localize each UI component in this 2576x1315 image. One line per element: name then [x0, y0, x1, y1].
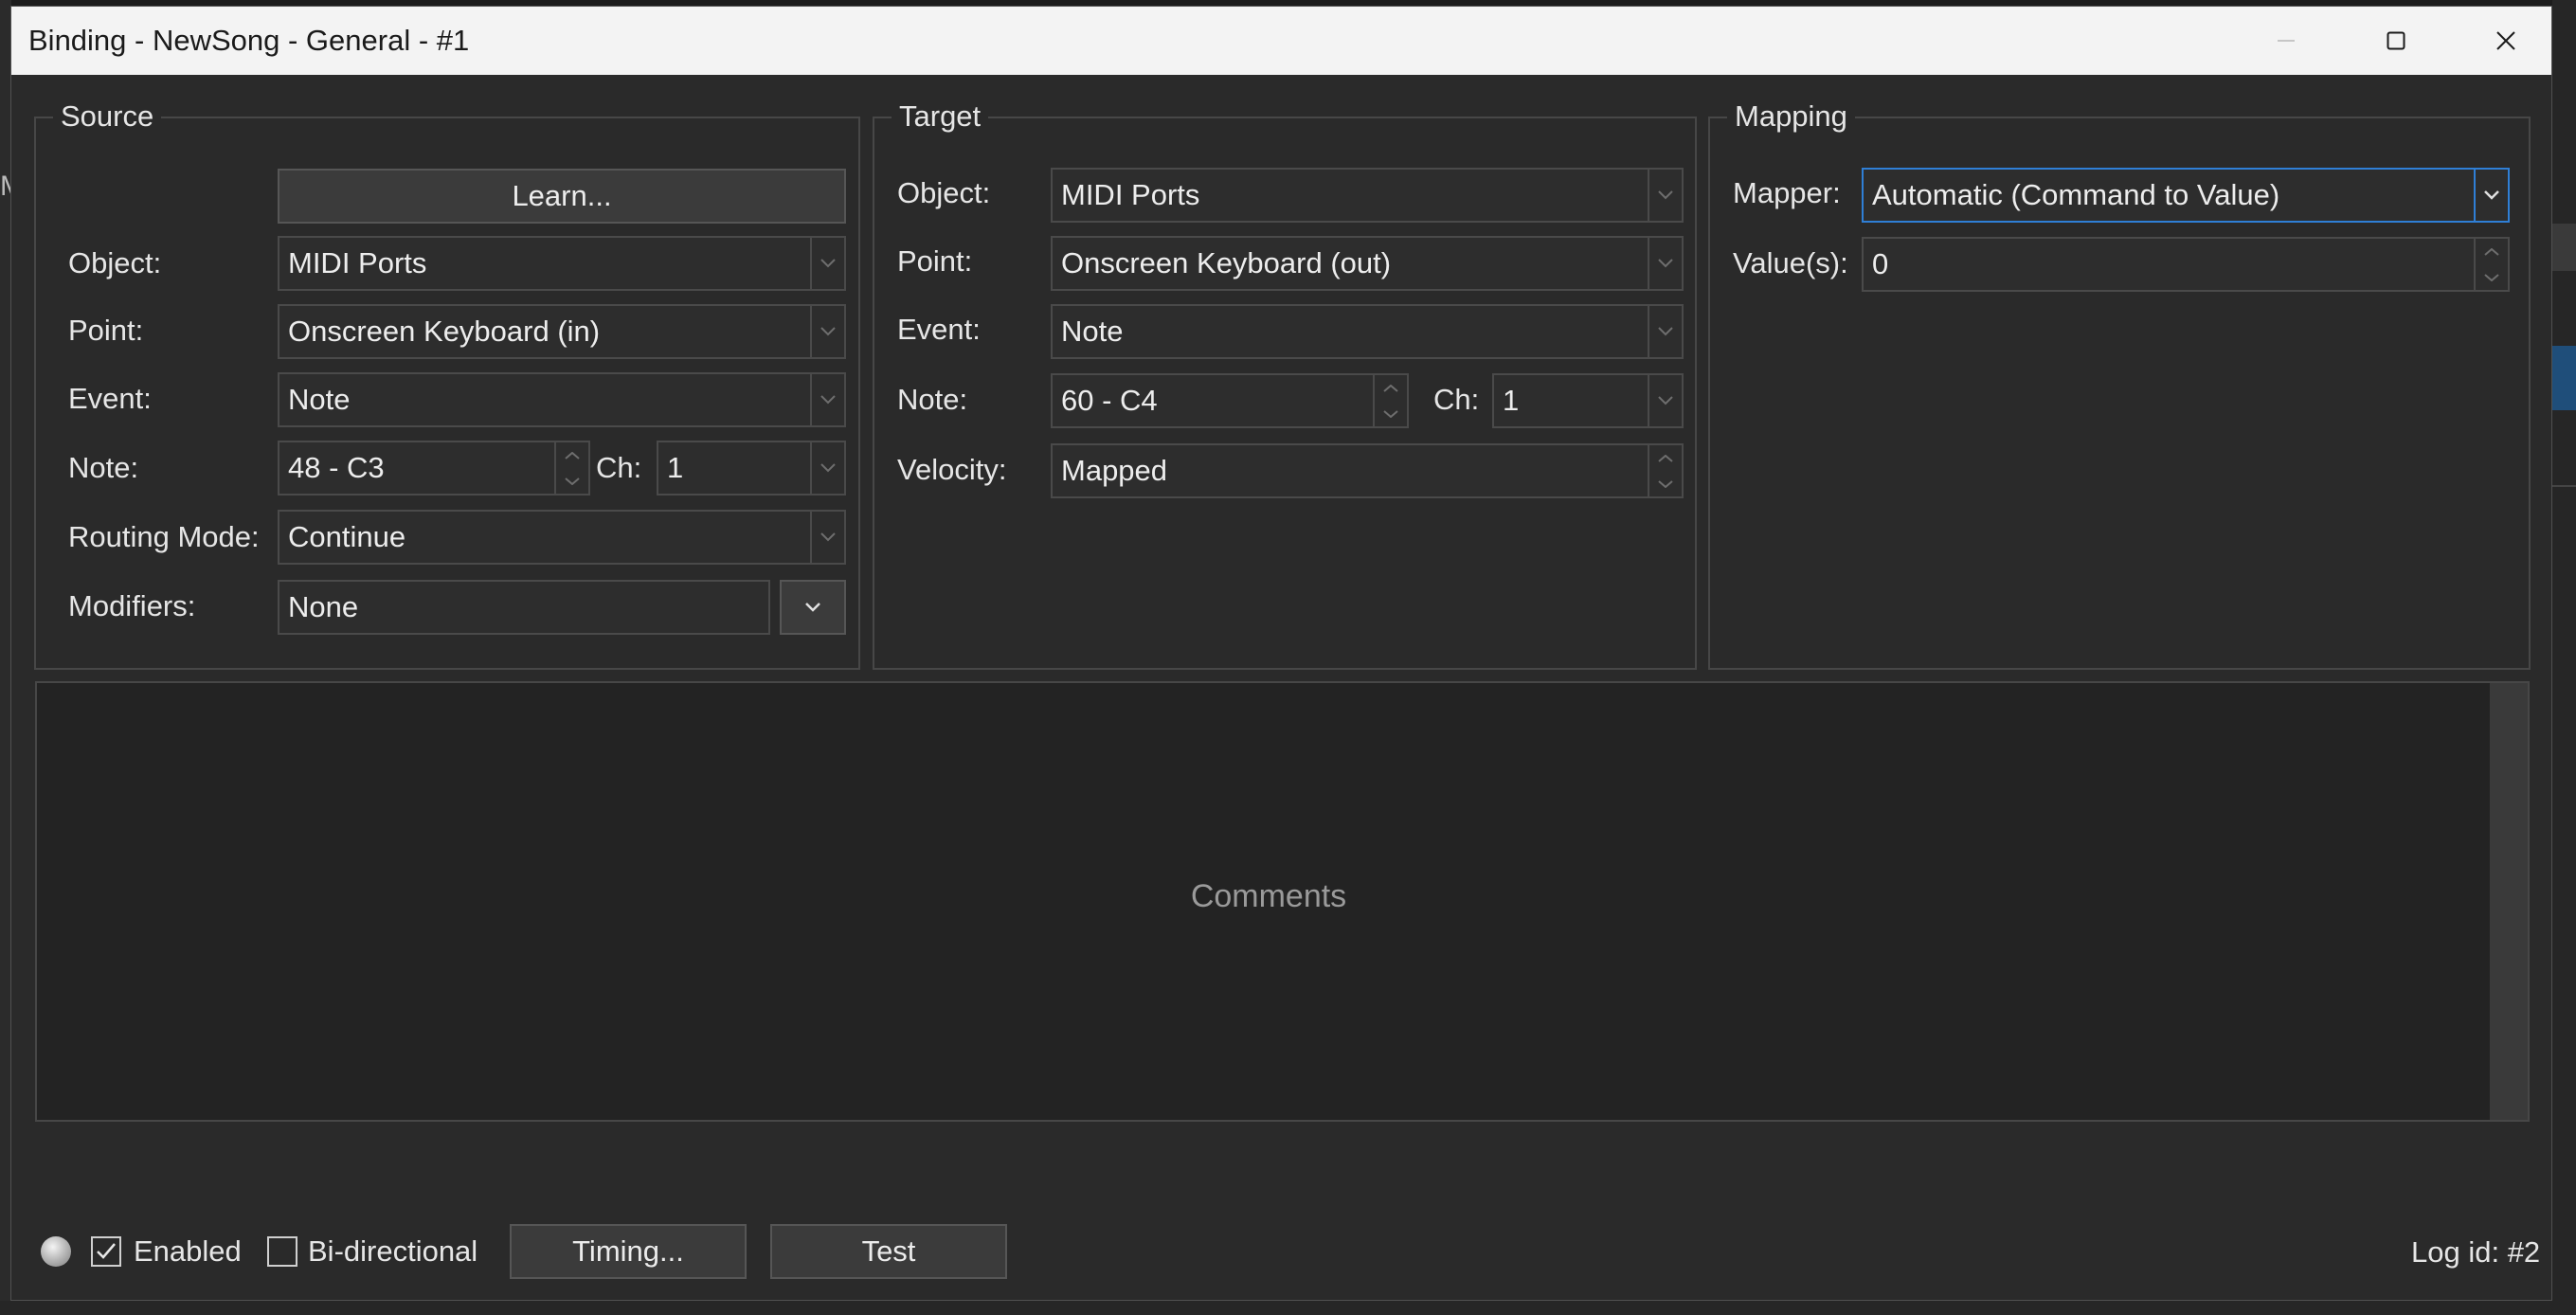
chevron-down-icon[interactable]	[810, 512, 844, 563]
source-event-label: Event:	[68, 382, 152, 415]
source-note-label: Note:	[68, 451, 139, 484]
log-id-label: Log id: #2	[2411, 1235, 2541, 1269]
target-event-select[interactable]: Note	[1051, 304, 1684, 359]
timing-button[interactable]: Timing...	[510, 1224, 747, 1279]
spinner-arrows-icon[interactable]	[554, 442, 588, 494]
chevron-down-icon[interactable]	[1648, 238, 1682, 289]
source-channel-select[interactable]: 1	[657, 441, 846, 495]
chevron-down-icon[interactable]	[810, 374, 844, 425]
source-object-label: Object:	[68, 246, 162, 279]
bidirectional-label[interactable]: Bi-directional	[308, 1234, 477, 1270]
chevron-down-icon[interactable]	[810, 238, 844, 289]
mapping-group: Mapping Mapper: Automatic (Command to Va…	[1708, 99, 2531, 670]
target-channel-select[interactable]: 1	[1492, 373, 1684, 428]
spinner-arrows-icon[interactable]	[1648, 445, 1682, 496]
checkmark-icon	[97, 1243, 116, 1259]
modifiers-dropdown-button[interactable]	[780, 580, 846, 635]
target-group: Target Object: MIDI Ports Point: Onscree…	[873, 99, 1697, 670]
target-channel-value: 1	[1503, 384, 1520, 417]
bidirectional-checkbox[interactable]	[267, 1236, 297, 1267]
chevron-down-icon	[805, 603, 820, 612]
background-app-row	[2552, 224, 2576, 271]
background-app-right-edge	[2552, 0, 2576, 1315]
target-event-value: Note	[1061, 315, 1124, 348]
routing-mode-label: Routing Mode:	[68, 520, 260, 553]
target-note-label: Note:	[897, 383, 968, 416]
minimize-icon	[2278, 40, 2295, 42]
velocity-value: Mapped	[1061, 454, 1168, 487]
target-point-value: Onscreen Keyboard (out)	[1061, 246, 1392, 279]
target-point-label: Point:	[897, 244, 973, 278]
routing-mode-value: Continue	[288, 520, 406, 553]
target-note-value: 60 - C4	[1061, 384, 1158, 417]
mapper-value: Automatic (Command to Value)	[1872, 178, 2280, 211]
target-object-label: Object:	[897, 176, 991, 209]
target-point-select[interactable]: Onscreen Keyboard (out)	[1051, 236, 1684, 291]
values-spinbox[interactable]: 0	[1862, 237, 2510, 292]
source-point-value: Onscreen Keyboard (in)	[288, 315, 601, 348]
modifiers-value: None	[288, 590, 359, 623]
spinner-arrows-icon[interactable]	[1373, 375, 1407, 426]
source-note-spinbox[interactable]: 48 - C3	[278, 441, 590, 495]
enabled-checkbox[interactable]	[91, 1236, 121, 1267]
chevron-down-icon[interactable]	[810, 306, 844, 357]
values-value: 0	[1872, 247, 1889, 280]
source-event-select[interactable]: Note	[278, 372, 846, 427]
close-button[interactable]	[2451, 7, 2561, 75]
source-event-value: Note	[288, 383, 351, 416]
comments-textarea[interactable]: Comments	[35, 681, 2530, 1122]
target-channel-label: Ch:	[1433, 383, 1480, 416]
source-channel-value: 1	[667, 451, 684, 484]
comments-scrollbar[interactable]	[2490, 683, 2528, 1120]
source-point-select[interactable]: Onscreen Keyboard (in)	[278, 304, 846, 359]
target-note-spinbox[interactable]: 60 - C4	[1051, 373, 1409, 428]
source-object-value: MIDI Ports	[288, 246, 427, 279]
target-object-select[interactable]: MIDI Ports	[1051, 168, 1684, 223]
mapper-select[interactable]: Automatic (Command to Value)	[1862, 168, 2510, 223]
enabled-label[interactable]: Enabled	[134, 1234, 242, 1270]
chevron-down-icon[interactable]	[2474, 170, 2508, 221]
maximize-icon	[2387, 31, 2405, 50]
velocity-spinbox[interactable]: Mapped	[1051, 443, 1684, 498]
close-icon	[2496, 31, 2515, 50]
title-bar: Binding - NewSong - General - #1	[11, 7, 2551, 75]
target-event-label: Event:	[897, 313, 981, 346]
background-app-selected-row	[2552, 346, 2576, 410]
spinner-arrows-icon[interactable]	[2474, 239, 2508, 290]
chevron-down-icon[interactable]	[1648, 375, 1682, 426]
modifiers-label: Modifiers:	[68, 589, 196, 622]
velocity-label: Velocity:	[897, 453, 1007, 486]
source-object-select[interactable]: MIDI Ports	[278, 236, 846, 291]
modifiers-field[interactable]: None	[278, 580, 770, 635]
mapper-label: Mapper:	[1733, 176, 1841, 209]
activity-led-indicator	[41, 1236, 71, 1267]
source-note-value: 48 - C3	[288, 451, 385, 484]
background-app-bottom-edge	[0, 1301, 2576, 1315]
target-group-title: Target	[892, 99, 989, 134]
maximize-button[interactable]	[2341, 7, 2451, 75]
window-title: Binding - NewSong - General - #1	[28, 24, 470, 57]
chevron-down-icon[interactable]	[810, 442, 844, 494]
binding-dialog: Binding - NewSong - General - #1 Source …	[10, 6, 2552, 1301]
test-button[interactable]: Test	[770, 1224, 1007, 1279]
chevron-down-icon[interactable]	[1648, 306, 1682, 357]
source-group: Source Learn... Object: MIDI Ports Point…	[34, 99, 860, 670]
mapping-group-title: Mapping	[1727, 99, 1855, 134]
target-object-value: MIDI Ports	[1061, 178, 1200, 211]
source-channel-label: Ch:	[596, 451, 642, 484]
source-group-title: Source	[53, 99, 162, 134]
comments-placeholder: Comments	[1190, 878, 1347, 914]
chevron-down-icon[interactable]	[1648, 170, 1682, 221]
routing-mode-select[interactable]: Continue	[278, 510, 846, 565]
learn-button[interactable]: Learn...	[278, 169, 846, 224]
source-point-label: Point:	[68, 314, 144, 347]
values-label: Value(s):	[1733, 246, 1848, 279]
background-app-divider	[2552, 485, 2576, 487]
minimize-button[interactable]	[2231, 7, 2341, 75]
